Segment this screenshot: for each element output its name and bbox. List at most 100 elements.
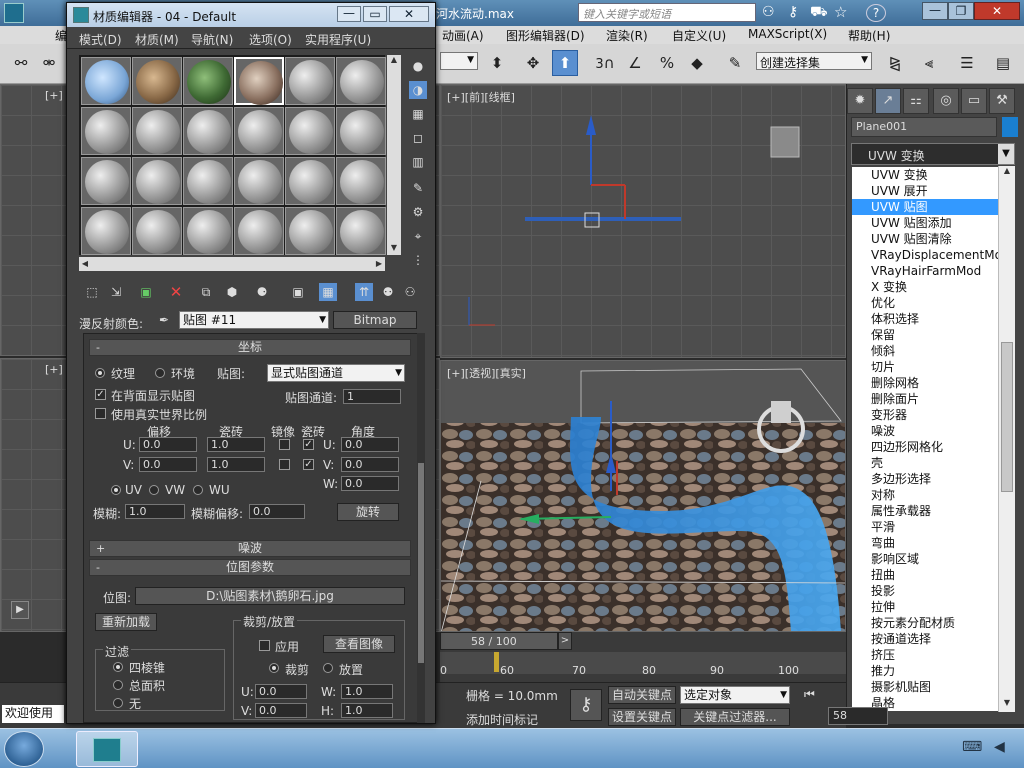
- modifier-list-item[interactable]: 弯曲: [852, 535, 1014, 551]
- map-channel-spinner[interactable]: 1: [343, 389, 401, 404]
- crop-h-spinner[interactable]: 1.0: [341, 703, 393, 718]
- menu-item-help[interactable]: 帮助(H): [848, 27, 890, 44]
- frame-field[interactable]: 58: [828, 707, 888, 725]
- bitmap-params-rollout-header[interactable]: - 位图参数: [89, 559, 411, 576]
- reload-button[interactable]: 重新加载: [95, 613, 157, 631]
- material-slot[interactable]: [132, 107, 182, 155]
- modifier-list-item[interactable]: UVW 贴图: [852, 199, 1014, 215]
- bitmap-path-button[interactable]: D:\贴图素材\鹅卵石.jpg: [135, 587, 405, 605]
- move-icon[interactable]: ✥: [520, 50, 546, 76]
- vw-radio[interactable]: [149, 485, 159, 495]
- map-type-button[interactable]: Bitmap: [333, 311, 417, 329]
- mated-menu-options[interactable]: 选项(O): [249, 31, 292, 48]
- set-key-button[interactable]: 设置关键点: [608, 708, 676, 726]
- rollouts-scroll-thumb[interactable]: [418, 463, 424, 663]
- material-editor-window[interactable]: 材质编辑器 - 04 - Default — ▭ ✕ 模式(D) 材质(M) 导…: [66, 2, 436, 724]
- real-world-checkbox[interactable]: [95, 408, 106, 419]
- unlink-icon[interactable]: ⚮: [36, 50, 62, 76]
- u-mirror-checkbox[interactable]: [279, 439, 290, 450]
- modifier-list-item[interactable]: 属性承载器: [852, 503, 1014, 519]
- material-slot[interactable]: [132, 157, 182, 205]
- modifier-list-item[interactable]: 保留: [852, 327, 1014, 343]
- material-slot[interactable]: [234, 157, 284, 205]
- u-tile-checkbox[interactable]: ✓: [303, 439, 314, 450]
- binoculars-icon[interactable]: ⚇: [762, 4, 775, 20]
- material-slot[interactable]: [81, 107, 131, 155]
- modifier-list-item[interactable]: X 变换: [852, 279, 1014, 295]
- key-icon[interactable]: ⚷: [788, 4, 798, 20]
- apply-checkbox[interactable]: [259, 640, 270, 651]
- modifier-list-item[interactable]: 删除网格: [852, 375, 1014, 391]
- texture-radio[interactable]: [95, 368, 105, 378]
- material-slot[interactable]: [183, 157, 233, 205]
- modifier-list-item[interactable]: 壳: [852, 455, 1014, 471]
- modifier-list-item[interactable]: 倾斜: [852, 343, 1014, 359]
- search-input[interactable]: 键入关键字或短语: [578, 3, 756, 22]
- align-icon[interactable]: ⫷: [916, 50, 942, 76]
- crop-w-spinner[interactable]: 1.0: [341, 684, 393, 699]
- chevron-down-icon[interactable]: ▼: [998, 144, 1014, 164]
- modifier-list-item[interactable]: 按通道选择: [852, 631, 1014, 647]
- go-to-parent-icon[interactable]: ⇈: [355, 283, 373, 301]
- material-slot[interactable]: [336, 57, 386, 105]
- modifier-list-item[interactable]: 变形器: [852, 407, 1014, 423]
- go-forward-sibling-icon[interactable]: ⚉: [379, 283, 397, 301]
- rollouts-scrollbar[interactable]: [417, 333, 425, 723]
- star-icon[interactable]: ☆: [834, 3, 847, 21]
- material-slot[interactable]: [183, 57, 233, 105]
- modifier-list-item[interactable]: 多边形选择: [852, 471, 1014, 487]
- ribbon-icon[interactable]: ▤: [990, 50, 1016, 76]
- wu-radio[interactable]: [193, 485, 203, 495]
- material-slot[interactable]: [336, 207, 386, 255]
- get-material-icon[interactable]: ⬚: [83, 283, 101, 301]
- sample-uv-tiling-icon[interactable]: ◻: [409, 129, 427, 147]
- v-offset-spinner[interactable]: 0.0: [139, 457, 197, 472]
- modifier-list-dropdown[interactable]: UVW 变换 ▼: [851, 143, 1015, 165]
- min-button[interactable]: —: [922, 2, 948, 20]
- utilities-tab-icon[interactable]: ⚒: [989, 88, 1015, 114]
- slots-scroll-left-icon[interactable]: ◀: [79, 257, 91, 271]
- scroll-thumb[interactable]: [1001, 342, 1013, 492]
- auto-key-button[interactable]: 自动关键点: [608, 686, 676, 704]
- material-slot[interactable]: [285, 57, 335, 105]
- modifier-list-item[interactable]: 挤压: [852, 647, 1014, 663]
- u-angle-spinner[interactable]: 0.0: [341, 437, 399, 452]
- v-angle-spinner[interactable]: 0.0: [341, 457, 399, 472]
- edit-named-sets-icon[interactable]: ✎: [722, 50, 748, 76]
- rotate-button[interactable]: 旋转: [337, 503, 399, 521]
- modifier-list-item[interactable]: 扭曲: [852, 567, 1014, 583]
- keyboard-icon[interactable]: ⌨: [962, 739, 982, 755]
- slots-vscrollbar[interactable]: ▲ ▼: [387, 55, 401, 255]
- modifier-list-item[interactable]: 四边形网格化: [852, 439, 1014, 455]
- mirror-icon[interactable]: ⧎: [882, 50, 908, 76]
- pyramidal-radio[interactable]: [113, 662, 123, 672]
- display-tab-icon[interactable]: ▭: [961, 88, 987, 114]
- select-manipulate-icon[interactable]: ⬆: [552, 50, 578, 76]
- restore-button[interactable]: ❐: [948, 2, 974, 20]
- modifier-list-item[interactable]: VRayHairFarmMod: [852, 263, 1014, 279]
- mapping-dropdown[interactable]: 显式贴图通道 ▼: [267, 364, 405, 382]
- blur-offset-spinner[interactable]: 0.0: [249, 504, 305, 519]
- material-slot[interactable]: [285, 107, 335, 155]
- environ-radio[interactable]: [155, 368, 165, 378]
- snap-toggle-icon[interactable]: 3∩: [592, 50, 618, 76]
- v-tiling-spinner[interactable]: 1.0: [207, 457, 265, 472]
- u-offset-spinner[interactable]: 0.0: [139, 437, 197, 452]
- v-mirror-checkbox[interactable]: [279, 459, 290, 470]
- viewport-perspective[interactable]: [+][透视][真实]: [440, 360, 846, 632]
- material-navigator-icon[interactable]: ⋮: [409, 251, 427, 269]
- modifier-list-item[interactable]: VRayDisplacementMod: [852, 247, 1014, 263]
- mated-close-button[interactable]: ✕: [389, 6, 429, 22]
- spinner-snap-icon[interactable]: ◆: [684, 50, 710, 76]
- material-id-icon[interactable]: ⚈: [253, 283, 271, 301]
- viewport-front[interactable]: [+][前][线框]: [440, 84, 846, 358]
- named-selection-sets-dropdown[interactable]: 创建选择集 ▼: [756, 52, 872, 70]
- mated-menu-material[interactable]: 材质(M): [135, 31, 179, 48]
- make-preview-icon[interactable]: ✎: [409, 179, 427, 197]
- modifier-list-item[interactable]: 拉伸: [852, 599, 1014, 615]
- material-slot[interactable]: [132, 207, 182, 255]
- modify-tab-icon[interactable]: ↗: [875, 88, 901, 114]
- u-tiling-spinner[interactable]: 1.0: [207, 437, 265, 452]
- v-tile-checkbox[interactable]: ✓: [303, 459, 314, 470]
- map-name-dropdown[interactable]: 贴图 #11 ▼: [179, 311, 329, 329]
